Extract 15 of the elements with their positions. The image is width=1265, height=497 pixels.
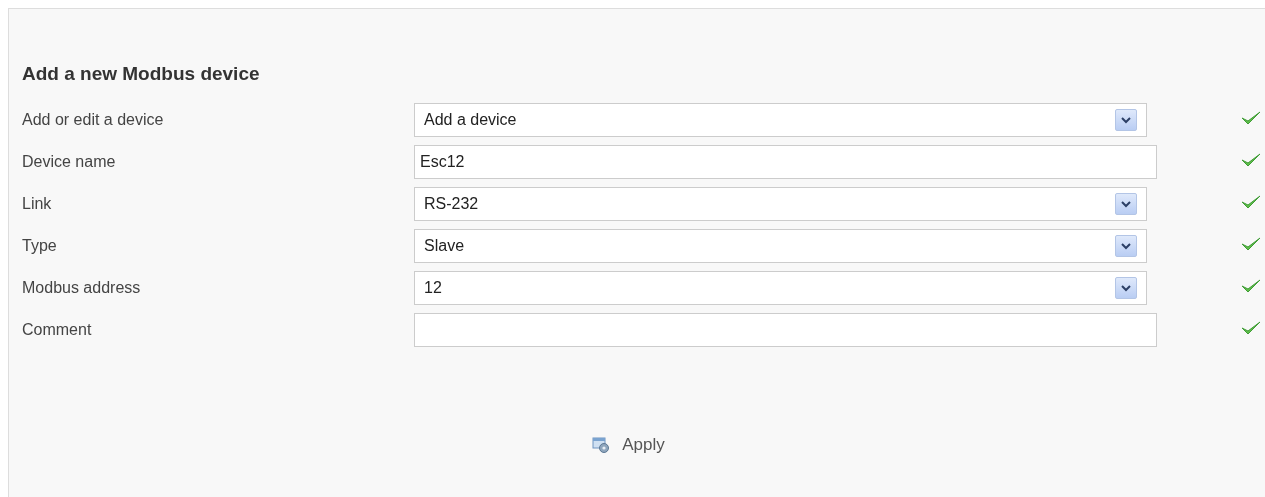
- input-field[interactable]: [414, 313, 1157, 347]
- dropdown[interactable]: Add a device: [414, 103, 1147, 137]
- gear-window-icon: [592, 437, 611, 453]
- field-label: Link: [22, 195, 53, 213]
- form-title: Add a new Modbus device: [22, 62, 261, 86]
- dropdown[interactable]: Slave: [414, 229, 1147, 263]
- field-label: Type: [22, 237, 58, 255]
- apply-button[interactable]: Apply: [592, 435, 665, 455]
- field-label: Add or edit a device: [22, 111, 165, 129]
- dropdown[interactable]: 12: [414, 271, 1147, 305]
- dropdown[interactable]: RS-232: [414, 187, 1147, 221]
- field-label: Comment: [22, 321, 93, 339]
- field-label: Device name: [22, 153, 117, 171]
- field-label: Modbus address: [22, 279, 142, 297]
- input-field[interactable]: Esc12: [414, 145, 1157, 179]
